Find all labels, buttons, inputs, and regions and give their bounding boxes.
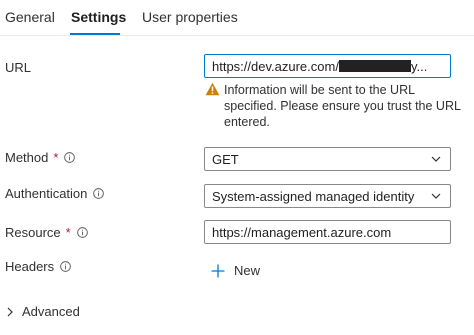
warning-text: Information will be sent to the URL spec…	[224, 83, 461, 129]
tab-bar: General Settings User properties	[0, 0, 474, 36]
tab-user-properties[interactable]: User properties	[142, 9, 238, 25]
authentication-label: Authentication	[5, 186, 105, 201]
new-header-button[interactable]: New	[211, 263, 260, 278]
method-label-text: Method	[5, 150, 49, 165]
resource-value: https://management.azure.com	[212, 224, 392, 240]
tab-general[interactable]: General	[5, 9, 55, 25]
chevron-down-icon	[431, 156, 441, 162]
chevron-right-icon	[7, 307, 13, 316]
url-label-text: URL	[5, 60, 32, 75]
advanced-expander[interactable]: Advanced	[6, 304, 80, 319]
resource-label: Resource *	[5, 225, 88, 240]
method-value: GET	[212, 151, 239, 167]
headers-label-text: Headers	[5, 259, 55, 274]
required-marker: *	[65, 225, 71, 240]
required-marker: *	[53, 150, 59, 165]
url-input-value: https://dev.azure.com/y...	[205, 59, 450, 74]
settings-panel: General Settings User properties URL htt…	[0, 0, 474, 335]
method-label: Method *	[5, 150, 76, 165]
new-header-label: New	[234, 263, 261, 278]
chevron-down-icon	[431, 193, 441, 199]
authentication-value: System-assigned managed identity	[212, 188, 415, 204]
url-value-prefix: https://dev.azure.com/	[212, 58, 339, 74]
info-circle-icon[interactable]	[76, 227, 88, 238]
url-label: URL	[5, 60, 31, 75]
authentication-label-text: Authentication	[5, 186, 88, 201]
resource-label-text: Resource	[5, 225, 61, 240]
info-circle-icon[interactable]	[64, 152, 76, 163]
redacted-block	[338, 60, 411, 73]
tab-settings[interactable]: Settings	[71, 9, 126, 25]
url-input[interactable]: https://dev.azure.com/y...	[204, 54, 451, 78]
tab-divider	[0, 35, 474, 36]
warning-triangle-icon	[205, 82, 220, 96]
headers-label: Headers	[5, 259, 71, 274]
authentication-dropdown[interactable]: System-assigned managed identity	[204, 184, 451, 208]
advanced-label: Advanced	[22, 304, 80, 319]
plus-icon	[211, 264, 225, 277]
url-value-suffix: y...	[410, 58, 428, 74]
resource-input[interactable]: https://management.azure.com	[204, 220, 451, 244]
method-dropdown[interactable]: GET	[204, 147, 451, 171]
info-circle-icon[interactable]	[93, 188, 105, 199]
info-circle-icon[interactable]	[60, 261, 71, 272]
